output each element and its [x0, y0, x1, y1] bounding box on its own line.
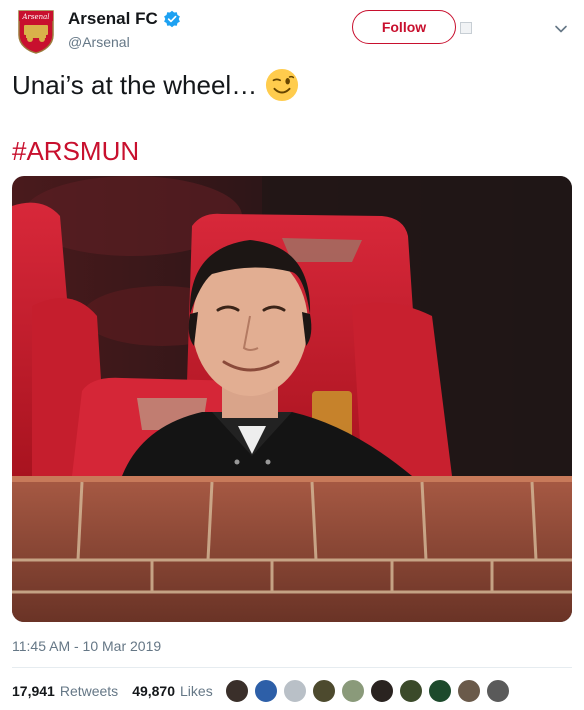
retweets-label[interactable]: Retweets: [60, 683, 118, 699]
tweet-card: Arsenal Arsenal FC @Arsenal Follow Unai’…: [0, 0, 584, 710]
author-display-name[interactable]: Arsenal FC: [68, 9, 158, 29]
hashtag-link[interactable]: #ARSMUN: [12, 136, 139, 167]
liker-avatar[interactable]: [340, 678, 366, 704]
likes-count[interactable]: 49,870: [132, 683, 175, 699]
retweets-count[interactable]: 17,941: [12, 683, 55, 699]
liker-avatar[interactable]: [398, 678, 424, 704]
author-handle[interactable]: @Arsenal: [68, 34, 130, 50]
arsenal-crest-icon: Arsenal: [18, 10, 54, 54]
broken-image-icon: [460, 22, 472, 34]
likes-label[interactable]: Likes: [180, 683, 213, 699]
verified-badge-icon: [163, 10, 180, 28]
chevron-down-icon[interactable]: [554, 22, 568, 36]
liker-avatar[interactable]: [369, 678, 395, 704]
tweet-body: Unai’s at the wheel…: [12, 69, 258, 100]
likers-avatars: [224, 678, 514, 704]
tweet-photo[interactable]: [12, 176, 572, 622]
liker-avatar[interactable]: [456, 678, 482, 704]
winking-face-emoji: [266, 68, 299, 102]
man-in-stadium-seat-photo: [12, 176, 572, 622]
tweet-text: Unai’s at the wheel…: [12, 68, 299, 102]
follow-button[interactable]: Follow: [352, 10, 456, 44]
liker-avatar[interactable]: [311, 678, 337, 704]
author-avatar[interactable]: Arsenal: [12, 8, 60, 56]
tweet-stats: 17,941 Retweets 49,870 Likes: [12, 683, 227, 699]
divider: [12, 667, 572, 668]
liker-avatar[interactable]: [224, 678, 250, 704]
liker-avatar[interactable]: [253, 678, 279, 704]
liker-avatar[interactable]: [427, 678, 453, 704]
liker-avatar[interactable]: [282, 678, 308, 704]
tweet-timestamp[interactable]: 11:45 AM - 10 Mar 2019: [12, 638, 161, 654]
crest-text: Arsenal: [21, 13, 49, 21]
liker-avatar[interactable]: [485, 678, 511, 704]
author-name-row[interactable]: Arsenal FC: [68, 9, 181, 29]
